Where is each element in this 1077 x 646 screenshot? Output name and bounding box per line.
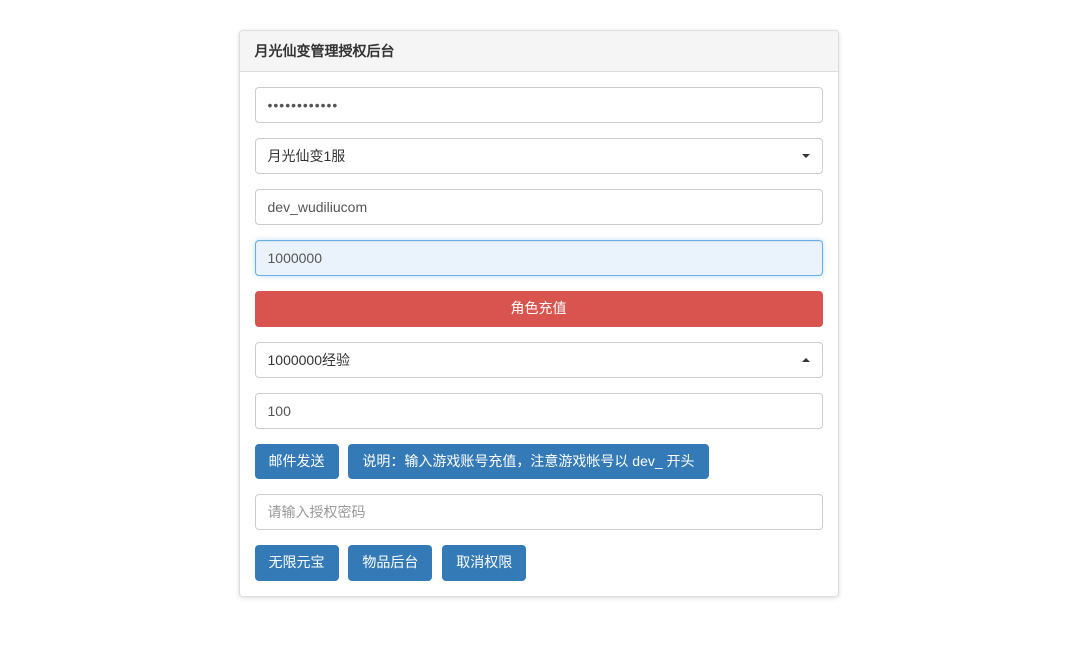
unlimited-gold-button[interactable]: 无限元宝	[255, 545, 339, 581]
caret-down-icon	[802, 154, 810, 158]
caret-up-icon	[802, 358, 810, 362]
exp-select-toggle[interactable]: 1000000经验	[255, 342, 823, 378]
admin-panel: 月光仙变管理授权后台 月光仙变1服 角色充值 1000000经验	[239, 30, 839, 597]
amount-input[interactable]	[255, 240, 823, 276]
instruction-label[interactable]: 说明：输入游戏账号充值，注意游戏帐号以 dev_ 开头	[348, 444, 708, 480]
server-select[interactable]: 月光仙变1服	[255, 138, 823, 174]
panel-body: 月光仙变1服 角色充值 1000000经验 邮件发送 说明：输入游戏账号充值，注…	[240, 72, 838, 596]
auth-password-input[interactable]	[255, 494, 823, 530]
item-admin-button[interactable]: 物品后台	[348, 545, 432, 581]
server-select-toggle[interactable]: 月光仙变1服	[255, 138, 823, 174]
panel-title: 月光仙变管理授权后台	[240, 31, 838, 72]
server-select-value: 月光仙变1服	[268, 146, 346, 166]
account-input[interactable]	[255, 189, 823, 225]
password-input[interactable]	[255, 87, 823, 123]
recharge-button[interactable]: 角色充值	[255, 291, 823, 327]
exp-select-value: 1000000经验	[268, 350, 351, 370]
mail-send-button[interactable]: 邮件发送	[255, 444, 339, 480]
cancel-auth-button[interactable]: 取消权限	[442, 545, 526, 581]
quantity-input[interactable]	[255, 393, 823, 429]
exp-select[interactable]: 1000000经验	[255, 342, 823, 378]
